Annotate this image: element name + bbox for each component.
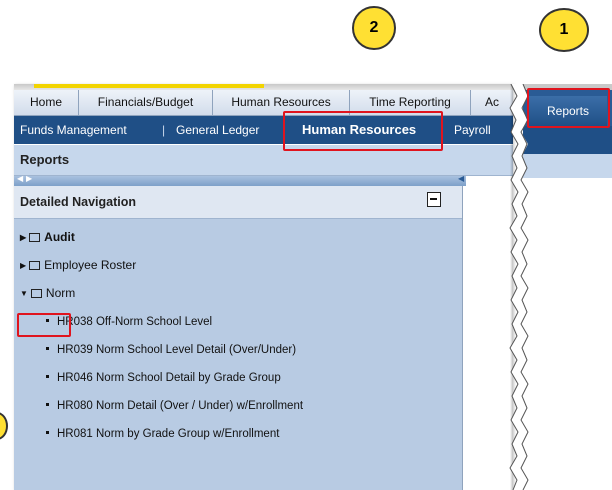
subtab-funds-management[interactable]: Funds Management [20, 116, 127, 144]
step-1-callout: 1 [539, 8, 589, 52]
subtab-payroll[interactable]: Payroll [454, 116, 491, 144]
tab-human-resources[interactable]: Human Resources [213, 90, 350, 115]
subtab-general-ledger[interactable]: General Ledger [176, 116, 259, 144]
expand-triangle-icon[interactable]: ▶ [20, 233, 26, 242]
report-link-hr046[interactable]: HR046 Norm School Detail by Grade Group [46, 372, 281, 384]
folder-icon [30, 288, 42, 298]
report-label: HR080 Norm Detail (Over / Under) w/Enrol… [57, 400, 304, 412]
top-level-tabs: Home Financials/Budget Human Resources T… [14, 90, 513, 116]
tab-time-reporting[interactable]: Time Reporting [350, 90, 471, 115]
report-label: HR081 Norm by Grade Group w/Enrollment [57, 428, 280, 440]
collapse-left-icon[interactable]: ◀ [17, 174, 23, 183]
page-title-bar: Reports [14, 145, 513, 176]
report-label: HR039 Norm School Level Detail (Over/Und… [57, 344, 297, 356]
folder-norm-label: Norm [45, 286, 76, 300]
folder-norm[interactable]: ▼ Norm [20, 286, 75, 300]
page-title-bar [523, 154, 612, 178]
report-label: HR038 Off-Norm School Level [57, 316, 213, 328]
page-title: Reports [20, 152, 70, 167]
folder-audit[interactable]: ▶ Audit [20, 230, 75, 244]
report-link-hr039[interactable]: HR039 Norm School Level Detail (Over/Und… [46, 344, 296, 356]
bullet [46, 431, 49, 434]
folder-audit-label: Audit [44, 230, 75, 244]
expand-triangle-icon[interactable]: ▶ [20, 261, 26, 270]
top-bar-accent [34, 84, 264, 88]
collapse-triangle-icon[interactable]: ▼ [20, 289, 28, 298]
folder-icon [29, 260, 41, 270]
left-screenshot-panel: Home Financials/Budget Human Resources T… [14, 84, 513, 490]
bullet [46, 375, 49, 378]
bullet [46, 403, 49, 406]
bullet [46, 347, 49, 350]
bullet [46, 319, 49, 322]
detailed-navigation-header: Detailed Navigation [14, 186, 462, 219]
panel-edge-icon: ◀ [458, 174, 465, 183]
subtab-human-resources[interactable]: Human Resources [302, 116, 416, 144]
report-label: HR046 Norm School Detail by Grade Group [57, 372, 281, 384]
detailed-navigation-panel: Detailed Navigation ▶ Audit ▶ Employee R… [14, 186, 463, 490]
subtab-separator: | [162, 123, 166, 137]
report-link-hr080[interactable]: HR080 Norm Detail (Over / Under) w/Enrol… [46, 400, 303, 412]
top-level-tabs: Reports [523, 90, 612, 126]
right-screenshot-panel: Reports [523, 84, 612, 490]
second-level-tabs: Funds Management | General Ledger Human … [14, 116, 513, 144]
tab-financials-budget[interactable]: Financials/Budget [79, 90, 213, 115]
detailed-navigation-title: Detailed Navigation [20, 195, 136, 209]
second-level-tabs [523, 126, 612, 154]
torn-edge-divider [509, 84, 529, 490]
step-2-callout: 2 [352, 6, 396, 50]
expand-right-icon[interactable]: ▶ [26, 174, 32, 183]
minimize-icon[interactable] [427, 192, 441, 207]
offscreen-callout-edge [0, 412, 8, 440]
navigation-collapse-bar[interactable]: ◀ ▶ ◀ [14, 174, 466, 186]
folder-employee-roster-label: Employee Roster [44, 258, 137, 272]
folder-employee-roster[interactable]: ▶ Employee Roster [20, 258, 136, 272]
tab-reports[interactable]: Reports [529, 96, 607, 126]
report-link-hr081[interactable]: HR081 Norm by Grade Group w/Enrollment [46, 428, 279, 440]
tab-home[interactable]: Home [14, 90, 79, 115]
report-link-hr038[interactable]: HR038 Off-Norm School Level [46, 316, 212, 328]
folder-icon [29, 232, 41, 242]
